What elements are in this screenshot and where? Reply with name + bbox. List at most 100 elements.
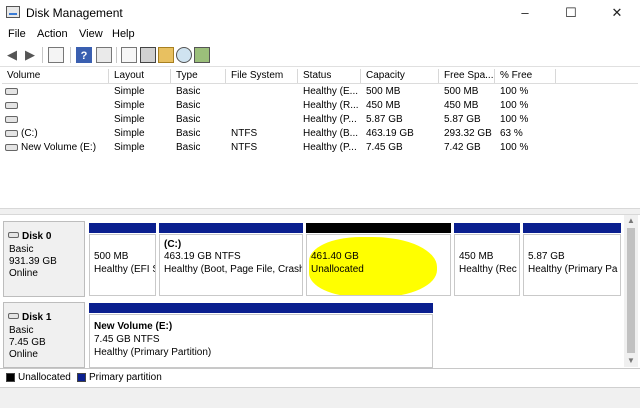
disk-name: Disk 0	[22, 231, 52, 242]
unallocated-swatch	[6, 373, 15, 382]
cell-layout: Simple	[114, 128, 145, 139]
partition-size: 500 MB	[94, 251, 129, 262]
menu-file[interactable]: File	[8, 28, 26, 40]
menu-action[interactable]: Action	[37, 28, 68, 40]
disk-state: Online	[9, 268, 38, 279]
cell-free-space: 7.42 GB	[444, 142, 481, 153]
drive-icon	[5, 116, 18, 123]
partition-c[interactable]: (C:) 463.19 GB NTFS Healthy (Boot, Page …	[159, 234, 303, 296]
col-free-space[interactable]: Free Spa...	[444, 70, 493, 81]
cell-layout: Simple	[114, 100, 145, 111]
col-status[interactable]: Status	[303, 70, 331, 81]
disk-icon	[8, 313, 19, 319]
menu-view[interactable]: View	[79, 28, 103, 40]
cell-capacity: 500 MB	[366, 86, 401, 97]
disk-management-icon	[6, 6, 20, 18]
drive-icon	[5, 130, 18, 137]
cell-volume: (C:)	[21, 128, 38, 139]
back-arrow-icon[interactable]: ◀	[4, 47, 20, 63]
partition-efi[interactable]: 500 MB Healthy (EFI S	[89, 234, 156, 296]
partition-header-primary	[523, 223, 621, 233]
disk-graphical-view: Disk 0 Basic 931.39 GB Online 500 MB Hea…	[0, 215, 622, 368]
partition-size: 463.19 GB NTFS	[164, 251, 241, 262]
table-row[interactable]: Simple Basic Healthy (E... 500 MB 500 MB…	[2, 85, 528, 99]
partition-header-recovery	[454, 223, 520, 233]
help-icon[interactable]: ?	[76, 47, 92, 63]
title-bar: Disk Management – ☐ ✕	[0, 0, 640, 26]
window-title: Disk Management	[26, 6, 123, 20]
cell-percent-free: 100 %	[500, 114, 529, 125]
disk-size: 931.39 GB	[9, 256, 57, 267]
col-file-system[interactable]: File System	[231, 70, 283, 81]
new-page-icon[interactable]	[121, 47, 137, 63]
disk-0-label[interactable]: Disk 0 Basic 931.39 GB Online	[3, 221, 85, 297]
delete-icon[interactable]	[140, 47, 156, 63]
partition-recovery[interactable]: 450 MB Healthy (Rec	[454, 234, 520, 296]
legend: Unallocated Primary partition	[0, 368, 640, 387]
console-tree-icon[interactable]	[48, 47, 64, 63]
col-volume[interactable]: Volume	[7, 70, 40, 81]
close-button[interactable]: ✕	[594, 0, 640, 26]
partition-status: Healthy (Primary Pa	[528, 264, 618, 275]
cell-status: Healthy (E...	[303, 86, 359, 97]
cell-type: Basic	[176, 100, 201, 111]
partition-status: Healthy (Rec	[459, 264, 517, 275]
properties-icon[interactable]	[96, 47, 112, 63]
disk-type: Basic	[9, 325, 34, 336]
forward-arrow-icon[interactable]: ▶	[22, 47, 38, 63]
scroll-up-icon[interactable]: ▲	[627, 216, 635, 225]
disk-size: 7.45 GB	[9, 337, 46, 348]
toolbar-separator	[116, 47, 117, 63]
cell-percent-free: 100 %	[500, 86, 529, 97]
disk-icon	[8, 232, 19, 238]
search-icon[interactable]	[176, 47, 192, 63]
toolbar-separator	[70, 47, 71, 63]
volume-list-header: Volume Layout Type File System Status Ca…	[2, 69, 638, 84]
scroll-down-icon[interactable]: ▼	[627, 356, 635, 365]
table-row[interactable]: Simple Basic Healthy (P... 5.87 GB 5.87 …	[2, 113, 528, 127]
cell-type: Basic	[176, 142, 201, 153]
col-percent-free[interactable]: % Free	[500, 70, 532, 81]
drive-icon	[5, 88, 18, 95]
cell-capacity: 7.45 GB	[366, 142, 403, 153]
cell-volume: New Volume (E:)	[21, 142, 97, 153]
cell-capacity: 5.87 GB	[366, 114, 403, 125]
partition-title: (C:)	[164, 239, 182, 250]
cell-layout: Simple	[114, 114, 145, 125]
unallocated-size: 461.40 GB	[311, 251, 359, 262]
cell-type: Basic	[176, 86, 201, 97]
col-layout[interactable]: Layout	[114, 70, 144, 81]
cell-file-system: NTFS	[231, 142, 258, 153]
partition-size: 450 MB	[459, 251, 494, 262]
partition-status: Healthy (Boot, Page File, Crash	[164, 264, 303, 275]
legend-primary-partition: Primary partition	[89, 372, 162, 383]
pane-splitter[interactable]	[0, 208, 640, 215]
drive-icon	[5, 144, 18, 151]
refresh-icon[interactable]	[194, 47, 210, 63]
partition-size: 5.87 GB	[528, 251, 565, 262]
partition-primary[interactable]: 5.87 GB Healthy (Primary Pa	[523, 234, 621, 296]
toolbar: ◀ ▶ ?	[0, 44, 640, 67]
drive-icon	[5, 102, 18, 109]
minimize-button[interactable]: –	[502, 0, 548, 26]
table-row[interactable]: (C:) Simple Basic NTFS Healthy (B... 463…	[2, 127, 523, 141]
partition-title: New Volume (E:)	[94, 321, 173, 332]
col-capacity[interactable]: Capacity	[366, 70, 405, 81]
cell-free-space: 5.87 GB	[444, 114, 481, 125]
partition-e[interactable]: New Volume (E:) 7.45 GB NTFS Healthy (Pr…	[89, 314, 433, 368]
table-row[interactable]: Simple Basic Healthy (R... 450 MB 450 MB…	[2, 99, 528, 113]
menu-help[interactable]: Help	[112, 28, 135, 40]
unallocated-space[interactable]: 461.40 GB Unallocated	[306, 234, 451, 296]
col-type[interactable]: Type	[176, 70, 198, 81]
toolbar-separator	[42, 47, 43, 63]
scrollbar-thumb[interactable]	[627, 228, 635, 353]
open-folder-icon[interactable]	[158, 47, 174, 63]
partition-header-efi	[89, 223, 156, 233]
maximize-button[interactable]: ☐	[548, 0, 594, 26]
disk-type: Basic	[9, 244, 34, 255]
cell-free-space: 500 MB	[444, 86, 479, 97]
table-row[interactable]: New Volume (E:) Simple Basic NTFS Health…	[2, 141, 528, 155]
disk-1-label[interactable]: Disk 1 Basic 7.45 GB Online	[3, 302, 85, 368]
partition-status: Healthy (Primary Partition)	[94, 347, 212, 358]
disk-state: Online	[9, 349, 38, 360]
